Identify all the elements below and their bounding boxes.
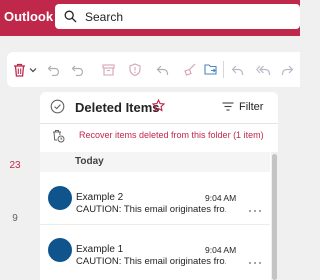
chevron-down-icon [29,67,36,72]
filter-button[interactable]: Filter [239,101,263,113]
header-divider [40,123,278,124]
message-preview: CAUTION: This email originates fro... [76,256,226,267]
reply-icon [231,65,243,75]
message-sender: Example 1 [76,244,124,255]
move-to-folder-button[interactable] [204,62,218,77]
avatar [48,238,72,262]
reply-all-icon [255,65,270,75]
reply-message-button[interactable] [230,62,244,77]
select-all-checkbox-icon[interactable] [50,99,65,114]
forward-button[interactable] [280,62,294,77]
list-item[interactable]: Example 2 9:04 AM CAUTION: This email or… [40,172,270,224]
delete-options-button[interactable] [28,62,37,77]
sweep-icon [183,63,195,76]
undo-icon [71,65,83,76]
reply-icon [156,65,168,75]
group-header-today: Today [40,152,270,172]
report-icon [129,63,141,76]
scrollbar-thumb[interactable] [272,154,277,280]
archive-button[interactable] [101,62,115,77]
more-actions-icon[interactable] [247,261,263,271]
group-label: Today [75,156,104,167]
undo-button[interactable] [46,62,60,77]
folder-title: Deleted Items [75,100,160,115]
top-bar: Outlook Search [0,0,300,36]
search-icon [64,10,77,23]
favorite-star-icon[interactable] [152,99,165,112]
sweep-button[interactable] [182,62,196,77]
archive-icon [101,63,115,76]
message-preview: CAUTION: This email originates fro... [76,204,226,215]
list-item[interactable]: Example 1 9:04 AM CAUTION: This email or… [40,225,270,277]
delete-button[interactable] [12,62,26,77]
forward-icon [281,65,293,75]
ribbon-separator [223,61,224,78]
calendar-rail: 23 9 [0,87,32,280]
report-button[interactable] [128,62,142,77]
more-actions-icon[interactable] [247,209,263,219]
undo-button-2[interactable] [70,62,84,77]
search-input[interactable]: Search [85,10,123,24]
undo-icon [47,65,59,76]
move-to-folder-icon [204,64,217,75]
message-list-pane: Deleted Items Filter Recover items delet… [40,92,278,280]
message-time: 9:04 AM [205,245,237,255]
message-sender: Example 2 [76,192,124,203]
filter-icon[interactable] [222,102,234,111]
message-time: 9:04 AM [205,193,237,203]
delete-icon [13,63,25,77]
ribbon-toolbar [7,52,300,87]
avatar [48,186,72,210]
calendar-day-9[interactable]: 9 [0,213,30,224]
recover-deleted-items-link[interactable]: Recover items deleted from this folder (… [79,130,264,140]
search-box[interactable]: Search [55,4,300,29]
recover-items-icon [53,130,65,143]
reply-button[interactable] [155,62,169,77]
app-title[interactable]: Outlook [4,9,53,24]
message-list-scrollbar[interactable] [271,152,278,280]
calendar-day-23[interactable]: 23 [0,160,30,171]
reply-all-button[interactable] [255,62,271,77]
